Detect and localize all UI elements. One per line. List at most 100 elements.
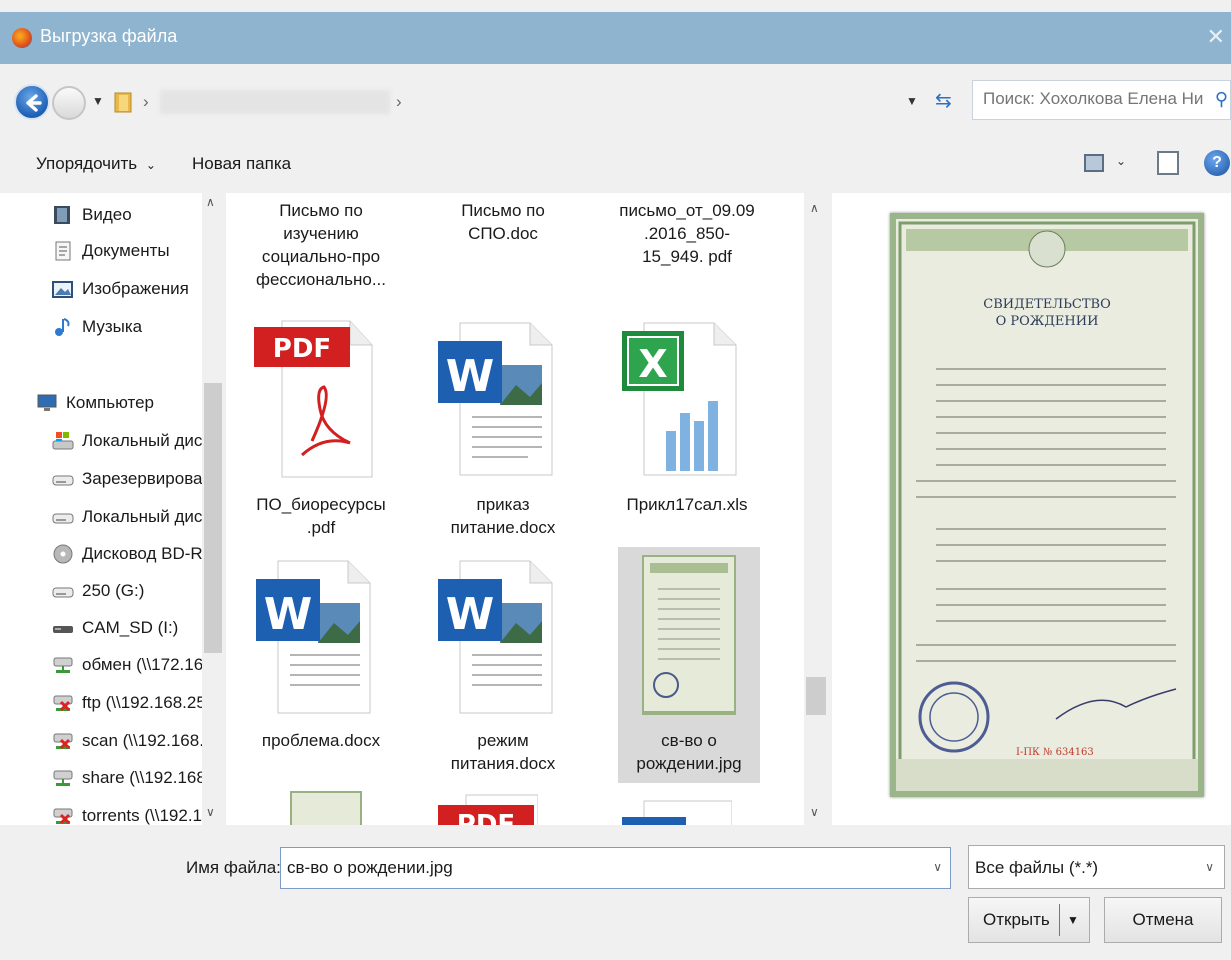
nav-item-label: scan (\\192.168.2 [82,731,214,750]
filename-combobox[interactable]: ∨ [280,847,951,889]
open-label: Открыть [983,910,1050,929]
file-item[interactable]: Письмо по СПО.doc [432,199,574,245]
title-bar: Выгрузка файла ✕ [0,12,1231,64]
file-item[interactable]: приказ питание.docx [432,493,574,539]
recent-locations-chevron-icon[interactable]: ▼ [92,94,104,108]
file-label: ПО_биоресурсы .pdf [256,495,386,537]
file-item[interactable]: ПО_биоресурсы .pdf [250,493,392,539]
file-list-scrollbar[interactable] [804,193,828,825]
nav-item-label: Компьютер [66,393,154,412]
word-file-icon[interactable] [622,799,732,825]
file-item[interactable]: Письмо по изучению социально-про фессион… [250,199,392,291]
filename-label: Имя файла: [186,858,281,877]
search-icon[interactable]: ⚲ [1215,89,1228,110]
nav-item-bd-rom[interactable]: Дисковод BD-ROM [52,539,222,569]
image-thumbnail[interactable] [642,555,736,715]
file-label: режим питания.docx [450,731,556,773]
file-item-selected[interactable]: св-во о рождении.jpg [618,729,760,775]
image-thumbnail[interactable] [290,791,362,825]
word-file-icon[interactable]: W [438,321,558,477]
search-input[interactable] [983,89,1203,109]
file-label: Письмо по изучению социально-про фессион… [255,201,387,289]
preview-pane-icon[interactable] [1157,151,1179,175]
file-item[interactable]: Прикл17сал.xls [616,493,758,516]
nav-item-cam-sd[interactable]: CAM_SD (I:) [52,613,178,643]
drive-icon [52,475,74,486]
chevron-down-icon[interactable]: ∨ [933,860,942,874]
cancel-button[interactable]: Отмена [1104,897,1222,943]
navigation-bar: ▼ › › ▼ ⇆ ⚲ [0,78,1231,128]
nav-item-label: ftp (\\192.168.254 [82,693,216,712]
file-item[interactable]: письмо_от_09.09 .2016_850-15_949. pdf [616,199,758,268]
change-view-icon[interactable] [1084,154,1104,172]
word-file-icon[interactable]: W [438,559,558,715]
filetype-select[interactable]: Все файлы (*.*) ∨ [968,845,1225,889]
file-label: Прикл17сал.xls [626,495,748,514]
file-label: письмо_от_09.09 .2016_850-15_949. pdf [619,201,755,266]
nav-item-share[interactable]: share (\\192.168.1 [52,763,220,793]
nav-item-music[interactable]: Музыка [52,312,142,342]
file-list-scrollbar-thumb[interactable] [806,677,826,715]
file-item[interactable]: режим питания.docx [432,729,574,775]
file-label: св-во о рождении.jpg [636,731,742,773]
nav-item-local-disk-d[interactable]: Локальный диск [52,502,210,532]
nav-item-label: Видео [82,205,132,224]
preview-pane: СВИДЕТЕЛЬСТВО О РОЖДЕНИИ I-ПК № 634163 [832,193,1231,825]
removable-drive-icon [53,626,73,633]
nav-item-video[interactable]: Видео [52,200,132,230]
video-icon [54,206,70,224]
breadcrumb-separator-icon[interactable]: › [143,92,149,112]
nav-item-label: 250 (G:) [82,581,145,600]
svg-text:W: W [264,589,313,640]
navigation-pane: Видео Документы Изображения Музыка Компь… [0,193,222,825]
nav-item-label: Дисковод BD-ROM [82,544,222,563]
search-box[interactable]: ⚲ [972,80,1231,120]
arrow-left-icon [26,94,42,112]
forward-button[interactable] [52,86,86,120]
svg-text:W: W [446,351,495,402]
nav-item-label: share (\\192.168.1 [82,768,220,787]
open-button[interactable]: Открыть ▼ [968,897,1090,943]
svg-text:PDF: PDF [457,810,515,825]
pdf-file-icon[interactable]: PDF [438,793,538,825]
nav-item-pictures[interactable]: Изображения [52,274,189,304]
scroll-down-icon[interactable]: ∨ [810,805,819,819]
close-icon[interactable]: ✕ [1207,24,1225,50]
scroll-up-icon[interactable]: ∧ [810,201,819,215]
nav-item-label: Документы [82,241,170,260]
birth-certificate-preview: СВИДЕТЕЛЬСТВО О РОЖДЕНИИ I-ПК № 634163 [890,213,1204,797]
new-folder-button[interactable]: Новая папка [192,154,291,174]
file-item[interactable]: проблема.docx [250,729,392,752]
nav-item-scan[interactable]: scan (\\192.168.2 [52,726,213,756]
nav-item-documents[interactable]: Документы [52,236,170,266]
nav-item-computer[interactable]: Компьютер [36,388,154,418]
nav-item-ftp[interactable]: ftp (\\192.168.254 [52,688,215,718]
file-list: Письмо по изучению социально-про фессион… [226,193,828,825]
view-options-chevron-icon[interactable]: ⌄ [1116,154,1126,168]
dialog-footer: Имя файла: ∨ Все файлы (*.*) ∨ Открыть ▼… [0,826,1231,960]
nav-item-obmen[interactable]: обмен (\\172.16. [52,650,208,680]
network-drive-icon [53,770,73,786]
organize-button[interactable]: Упорядочить ⌄ [36,154,156,174]
help-icon[interactable]: ? [1204,150,1230,176]
word-file-icon[interactable]: W [256,559,376,715]
nav-scrollbar-thumb[interactable] [204,383,222,653]
breadcrumb-path[interactable] [160,90,390,114]
scroll-down-icon[interactable]: ∨ [206,805,215,819]
nav-item-label: Локальный диск [82,507,210,526]
file-label: приказ питание.docx [450,495,556,537]
address-dropdown-icon[interactable]: ▼ [906,94,918,108]
open-options-dropdown-icon[interactable]: ▼ [1067,898,1079,942]
nav-item-drive-g[interactable]: 250 (G:) [52,576,144,606]
filename-input[interactable] [287,858,907,878]
scroll-up-icon[interactable]: ∧ [206,195,215,209]
refresh-icon[interactable]: ⇆ [935,88,952,113]
nav-item-torrents[interactable]: torrents (\\192.16 [52,801,211,825]
network-drive-icon [53,657,73,673]
nav-item-reserved[interactable]: Зарезервировано [52,464,221,494]
breadcrumb-separator-icon[interactable]: › [396,92,402,112]
excel-file-icon[interactable]: X [622,321,742,477]
back-button[interactable] [14,84,50,120]
nav-item-local-disk-c[interactable]: Локальный диск [52,426,210,456]
pdf-file-icon[interactable]: PDF [254,319,374,479]
